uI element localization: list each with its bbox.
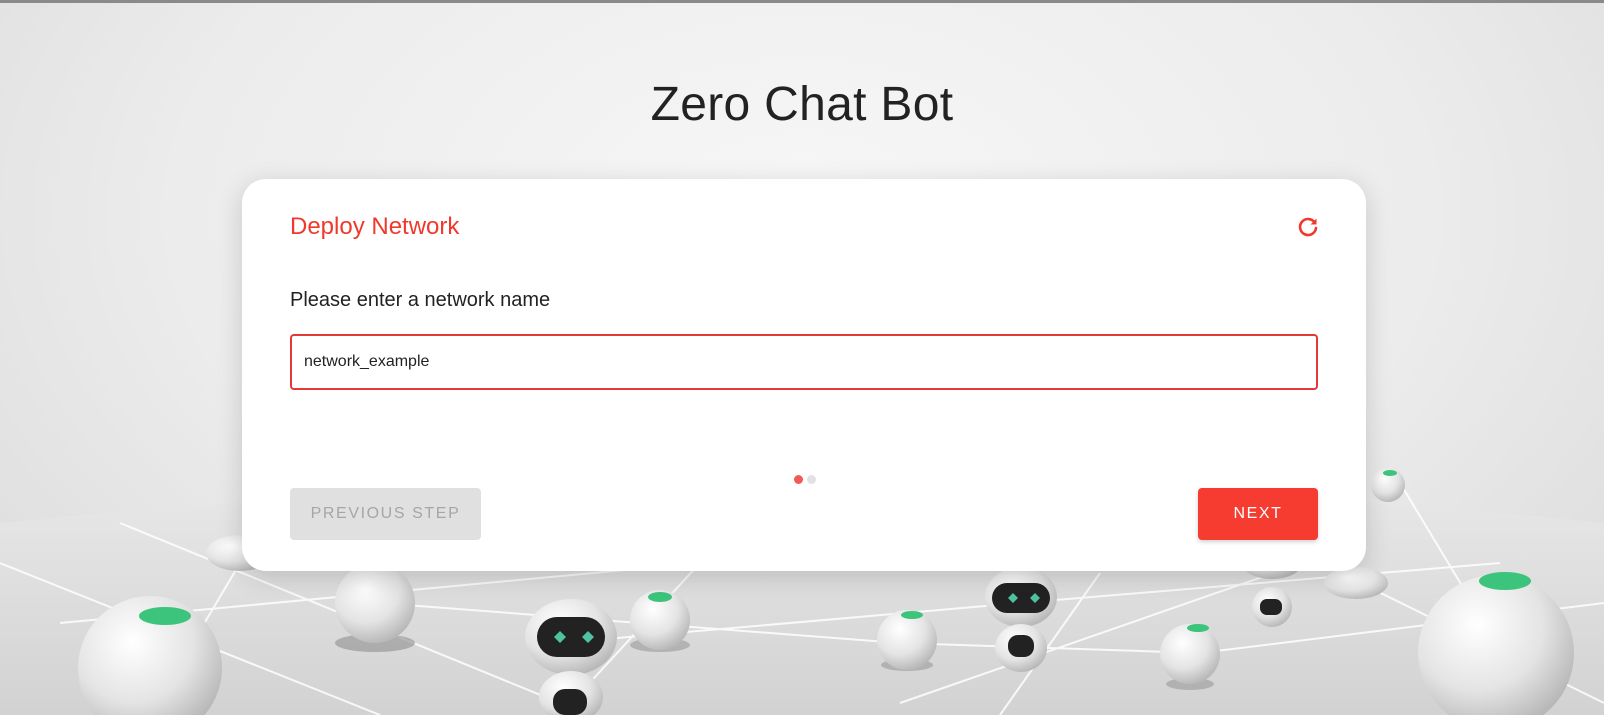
network-name-input[interactable] xyxy=(290,334,1318,390)
refresh-icon[interactable] xyxy=(1296,215,1320,239)
next-button[interactable]: NEXT xyxy=(1198,488,1318,540)
card-title: Deploy Network xyxy=(290,213,460,240)
previous-step-button[interactable]: PREVIOUS STEP xyxy=(290,488,481,540)
step-dot xyxy=(807,475,816,484)
step-dot-active xyxy=(794,475,803,484)
step-indicator xyxy=(794,475,816,485)
page-title: Zero Chat Bot xyxy=(650,78,954,131)
network-name-prompt: Please enter a network name xyxy=(290,289,551,311)
deploy-network-card: Deploy Network Please enter a network na… xyxy=(242,179,1366,571)
